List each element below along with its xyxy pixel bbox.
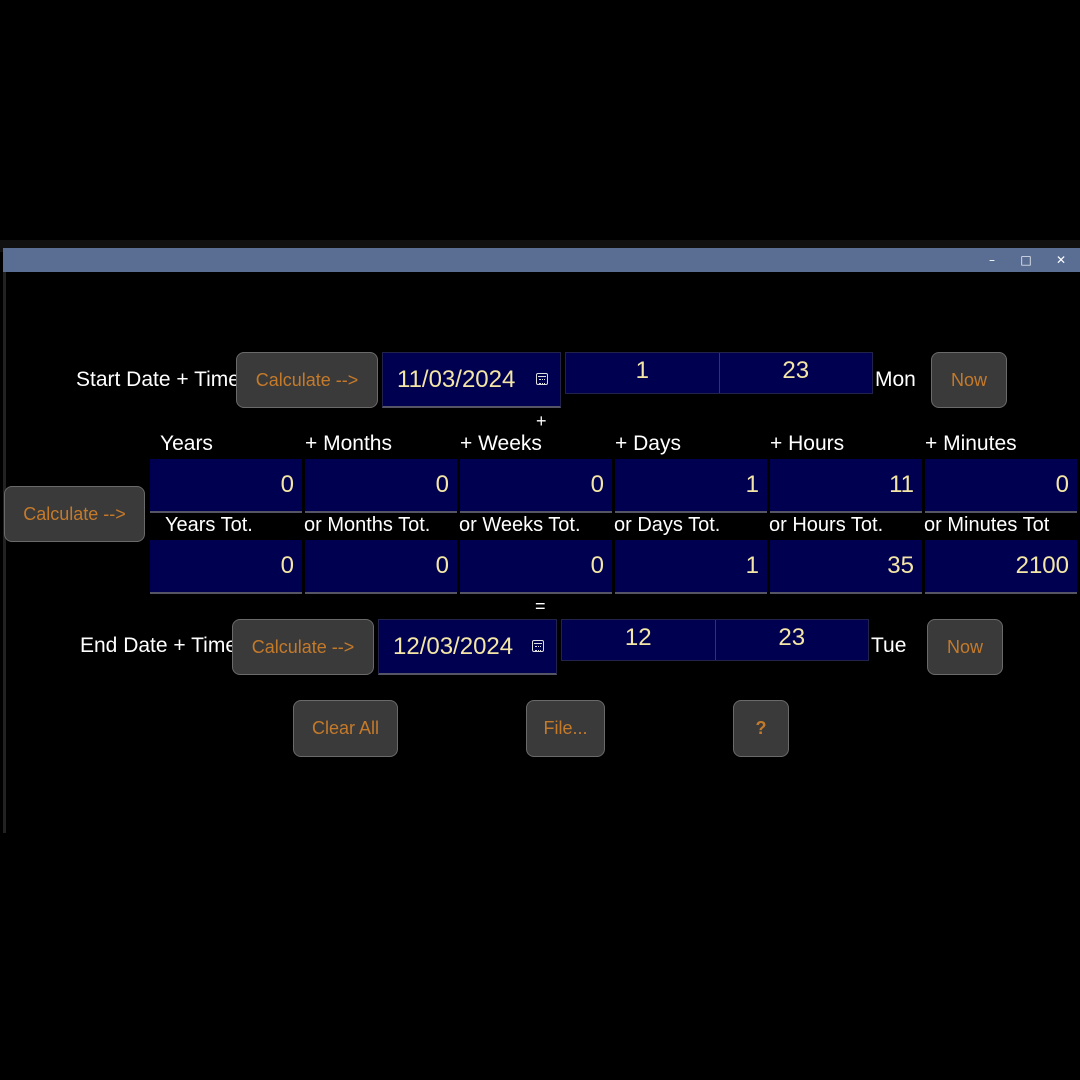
help-button[interactable]: ? <box>733 700 789 757</box>
weeks-total-input[interactable]: 0 <box>460 540 612 594</box>
start-label: Start Date + Time <box>76 368 240 391</box>
calendar-icon[interactable] <box>532 639 544 652</box>
header-minutes: + Minutes <box>925 432 1017 455</box>
hours-input[interactable]: 11 <box>770 459 922 513</box>
header-years-total: Years Tot. <box>165 514 253 536</box>
start-date-value: 11/03/2024 <box>397 365 516 393</box>
header-weeks-total: or Weeks Tot. <box>459 514 581 536</box>
end-weekday: Tue <box>871 634 907 657</box>
hours-total-input[interactable]: 35 <box>770 540 922 594</box>
calendar-icon[interactable] <box>536 372 548 385</box>
end-date-picker[interactable]: 12/03/2024 <box>378 619 557 675</box>
header-months-total: or Months Tot. <box>304 514 431 536</box>
header-minutes-total: or Minutes Tot <box>924 514 1050 536</box>
header-days: + Days <box>615 432 681 455</box>
minutes-total-input[interactable]: 2100 <box>925 540 1077 594</box>
years-input[interactable]: 0 <box>150 459 302 513</box>
start-hour[interactable]: 1 <box>566 353 719 393</box>
header-years: Years <box>160 432 213 455</box>
start-now-button[interactable]: Now <box>931 352 1007 408</box>
end-minute[interactable]: 23 <box>714 620 869 660</box>
equals-sign: = <box>535 596 546 616</box>
start-weekday: Mon <box>875 368 916 391</box>
end-calculate-button[interactable]: Calculate --> <box>232 619 374 675</box>
header-days-total: or Days Tot. <box>614 514 721 536</box>
end-date-value: 12/03/2024 <box>393 632 514 660</box>
end-now-button[interactable]: Now <box>927 619 1003 675</box>
minutes-input[interactable]: 0 <box>925 459 1077 513</box>
title-bar: – □ ✕ <box>3 248 1080 272</box>
months-input[interactable]: 0 <box>305 459 457 513</box>
start-calculate-button[interactable]: Calculate --> <box>236 352 378 408</box>
days-input[interactable]: 1 <box>615 459 767 513</box>
header-months: + Months <box>305 432 392 455</box>
header-hours: + Hours <box>770 432 845 455</box>
start-minute[interactable]: 23 <box>718 353 873 393</box>
start-date-picker[interactable]: 11/03/2024 <box>382 352 561 408</box>
close-button[interactable]: ✕ <box>1044 248 1078 272</box>
start-time-picker[interactable]: 1 23 <box>565 352 873 394</box>
plus-sign: + <box>536 411 547 431</box>
days-total-input[interactable]: 1 <box>615 540 767 594</box>
weeks-input[interactable]: 0 <box>460 459 612 513</box>
header-hours-total: or Hours Tot. <box>769 514 884 536</box>
minimize-button[interactable]: – <box>975 248 1009 272</box>
months-total-input[interactable]: 0 <box>305 540 457 594</box>
end-time-picker[interactable]: 12 23 <box>561 619 869 661</box>
clear-all-button[interactable]: Clear All <box>293 700 398 757</box>
header-weeks: + Weeks <box>460 432 542 455</box>
end-label: End Date + Time <box>80 634 237 657</box>
maximize-button[interactable]: □ <box>1009 248 1043 272</box>
end-hour[interactable]: 12 <box>562 620 715 660</box>
file-button[interactable]: File... <box>526 700 605 757</box>
window-border <box>3 272 6 833</box>
offsets-calculate-button[interactable]: Calculate --> <box>4 486 145 542</box>
years-total-input[interactable]: 0 <box>150 540 302 594</box>
